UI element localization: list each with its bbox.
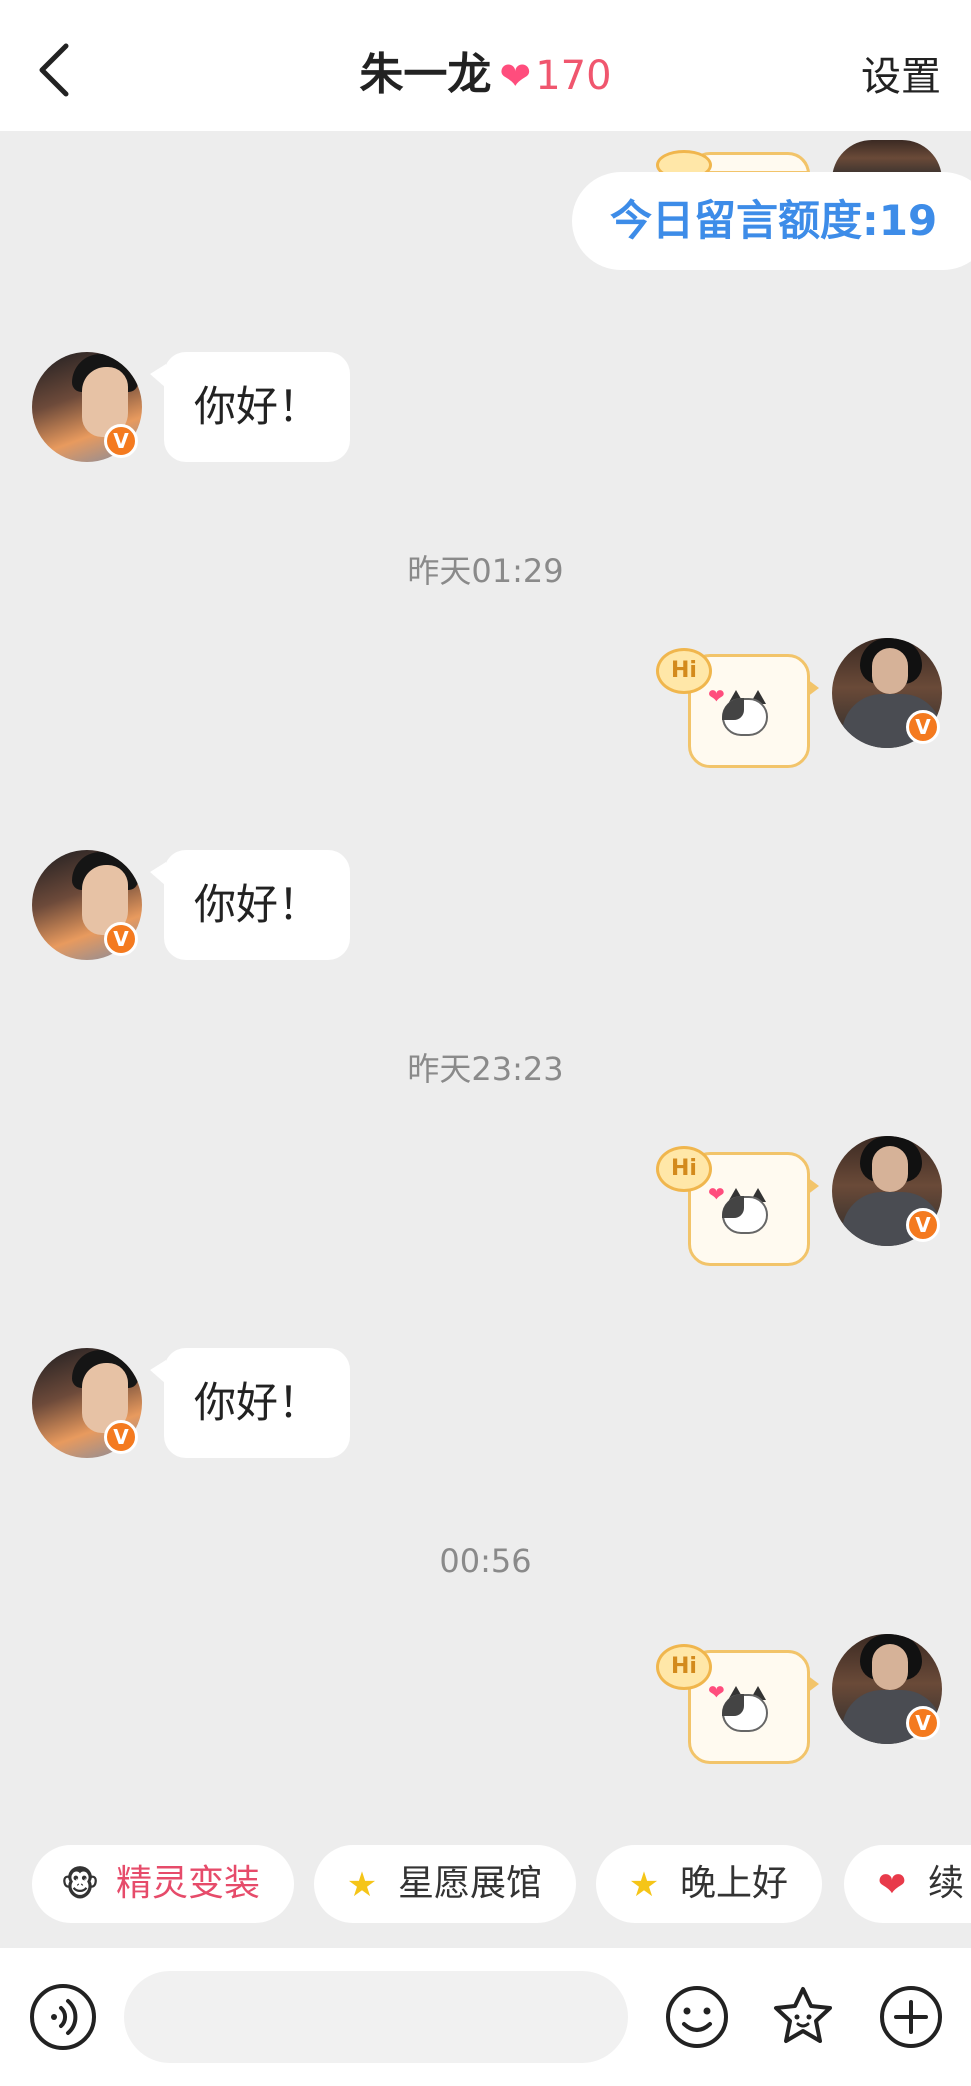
cat-sticker-icon: ❤ bbox=[708, 1182, 770, 1234]
quick-action-good-evening[interactable]: ★ 晚上好 bbox=[596, 1845, 822, 1923]
contact-name: 朱一龙 bbox=[359, 49, 492, 100]
cat-sticker-icon: ❤ bbox=[708, 684, 770, 736]
timestamp: 昨天23:23 bbox=[407, 1050, 564, 1088]
smiling-star-icon: ★ bbox=[628, 1865, 660, 1905]
heart-icon: ❤ bbox=[499, 54, 532, 98]
quick-action-sprite-dressup[interactable]: 🐵 精灵变装 bbox=[32, 1845, 294, 1923]
quick-action-label: 晚上好 bbox=[680, 1863, 789, 1904]
hi-tag: Hi bbox=[656, 1644, 712, 1690]
input-bar bbox=[0, 1948, 971, 2086]
plus-icon[interactable] bbox=[878, 1984, 944, 2050]
message-input[interactable] bbox=[124, 1971, 628, 2063]
sprite-icon: 🐵 bbox=[60, 1865, 100, 1905]
daily-message-quota: 今日留言额度:19 bbox=[572, 172, 971, 270]
timestamp: 00:56 bbox=[439, 1542, 532, 1580]
quick-action-wish-gallery[interactable]: ★ 星愿展馆 bbox=[314, 1845, 576, 1923]
top-bar: 朱一龙 ❤ 170 设置 bbox=[0, 0, 971, 131]
voice-icon[interactable] bbox=[30, 1984, 96, 2050]
hi-tag: Hi bbox=[656, 1146, 712, 1192]
verified-badge-icon: V bbox=[906, 710, 940, 744]
star-icon: ★ bbox=[346, 1865, 378, 1905]
heart-icon: ❤ bbox=[877, 1865, 907, 1905]
verified-badge-icon: V bbox=[104, 424, 138, 458]
quick-action-label: 星愿展馆 bbox=[398, 1863, 543, 1904]
quick-action-renew[interactable]: ❤ 续 bbox=[844, 1845, 971, 1923]
cat-sticker-icon: ❤ bbox=[708, 1680, 770, 1732]
verified-badge-icon: V bbox=[906, 1706, 940, 1740]
star-face-icon[interactable] bbox=[770, 1984, 836, 2050]
message-bubble[interactable]: 你好！ bbox=[149, 850, 351, 960]
timestamp: 昨天01:29 bbox=[407, 552, 564, 590]
verified-badge-icon: V bbox=[906, 1208, 940, 1242]
chat-title: 朱一龙 ❤ 170 bbox=[0, 38, 971, 102]
message-bubble[interactable]: 你好！ bbox=[149, 1348, 351, 1458]
verified-badge-icon: V bbox=[104, 1420, 138, 1454]
intimacy-score: 170 bbox=[535, 53, 612, 99]
settings-button[interactable]: 设置 bbox=[861, 44, 941, 102]
verified-badge-icon: V bbox=[104, 922, 138, 956]
quick-action-label: 精灵变装 bbox=[116, 1863, 261, 1904]
quick-action-label: 续 bbox=[928, 1863, 965, 1904]
message-bubble[interactable]: 你好！ bbox=[149, 352, 351, 462]
hi-tag: Hi bbox=[656, 648, 712, 694]
smiley-icon[interactable] bbox=[664, 1984, 730, 2050]
